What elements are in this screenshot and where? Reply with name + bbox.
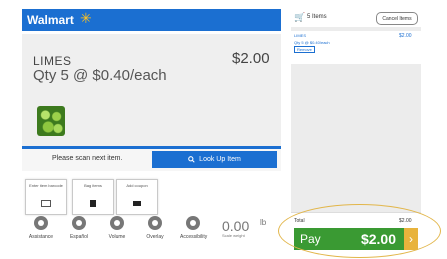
bag-icon — [90, 200, 96, 207]
overlay-button[interactable]: Overlay — [142, 216, 168, 240]
accessibility-label: Accessibility — [180, 234, 208, 240]
scan-prompt: Please scan next item. — [52, 155, 123, 162]
help-icon — [34, 216, 48, 230]
spark-icon: ✳ — [80, 10, 92, 26]
brand-logo: Walmart — [27, 13, 74, 27]
item-name: LIMES — [33, 54, 72, 68]
line-item-price: $2.00 — [399, 33, 412, 39]
line-item-qty: Qty 5 @ $0.40/each — [294, 40, 330, 45]
volume-label: Volume — [108, 234, 126, 240]
tile-enter-barcode[interactable]: Enter item barcode — [25, 179, 67, 215]
line-item-remove[interactable]: Remove — [294, 46, 315, 53]
accessibility-button[interactable]: Accessibility — [180, 216, 208, 240]
keyboard-icon — [41, 200, 51, 207]
volume-icon — [110, 216, 124, 230]
cart-count: 5 Items — [307, 14, 327, 20]
overlay-icon — [148, 216, 162, 230]
language-label: Español — [69, 234, 89, 240]
item-qty: Qty 5 @ $0.40/each — [33, 67, 167, 84]
cancel-items-button[interactable]: Cancel Items — [376, 12, 418, 25]
assistance-label: Assistance — [28, 234, 54, 240]
look-up-item-button[interactable]: Look Up Item — [152, 151, 277, 168]
cart-icon: 🛒 — [294, 12, 306, 22]
tile-add-coupon[interactable]: Add coupon — [116, 179, 158, 215]
accessibility-icon — [186, 216, 200, 230]
scale-note: Scale weight — [222, 233, 245, 238]
tile-label: Bag items — [84, 183, 102, 188]
app-header: Walmart ✳ — [22, 9, 281, 31]
tile-label: Add coupon — [126, 183, 148, 188]
current-item-card: LIMES $2.00 Qty 5 @ $0.40/each — [22, 34, 281, 146]
cart-panel: 🛒 5 Items Cancel Items LIMES $2.00 Qty 5… — [291, 9, 421, 212]
tile-bag-items[interactable]: Bag items — [72, 179, 114, 215]
pay-highlight-ring — [278, 204, 441, 258]
cart-line-item[interactable]: LIMES $2.00 Qty 5 @ $0.40/each Remove — [291, 31, 421, 64]
language-button[interactable]: Español — [66, 216, 92, 240]
look-up-item-label: Look Up Item — [199, 156, 241, 163]
cart-list: LIMES $2.00 Qty 5 @ $0.40/each Remove — [291, 31, 421, 64]
language-icon — [72, 216, 86, 230]
scan-bar: Please scan next item. Look Up Item — [22, 149, 281, 171]
scale-weight: 0.00 — [222, 218, 250, 234]
overlay-label: Overlay — [146, 234, 164, 240]
scale-unit: lb — [260, 218, 267, 227]
cart-header: 🛒 5 Items Cancel Items — [291, 9, 421, 27]
tile-label: Enter item barcode — [29, 183, 63, 188]
coupon-icon — [133, 201, 141, 206]
volume-button[interactable]: Volume — [104, 216, 130, 240]
search-icon — [188, 156, 195, 163]
line-item-name: LIMES — [294, 33, 307, 38]
assistance-button[interactable]: Assistance — [28, 216, 54, 240]
item-image — [37, 106, 65, 136]
item-price: $2.00 — [232, 50, 270, 67]
